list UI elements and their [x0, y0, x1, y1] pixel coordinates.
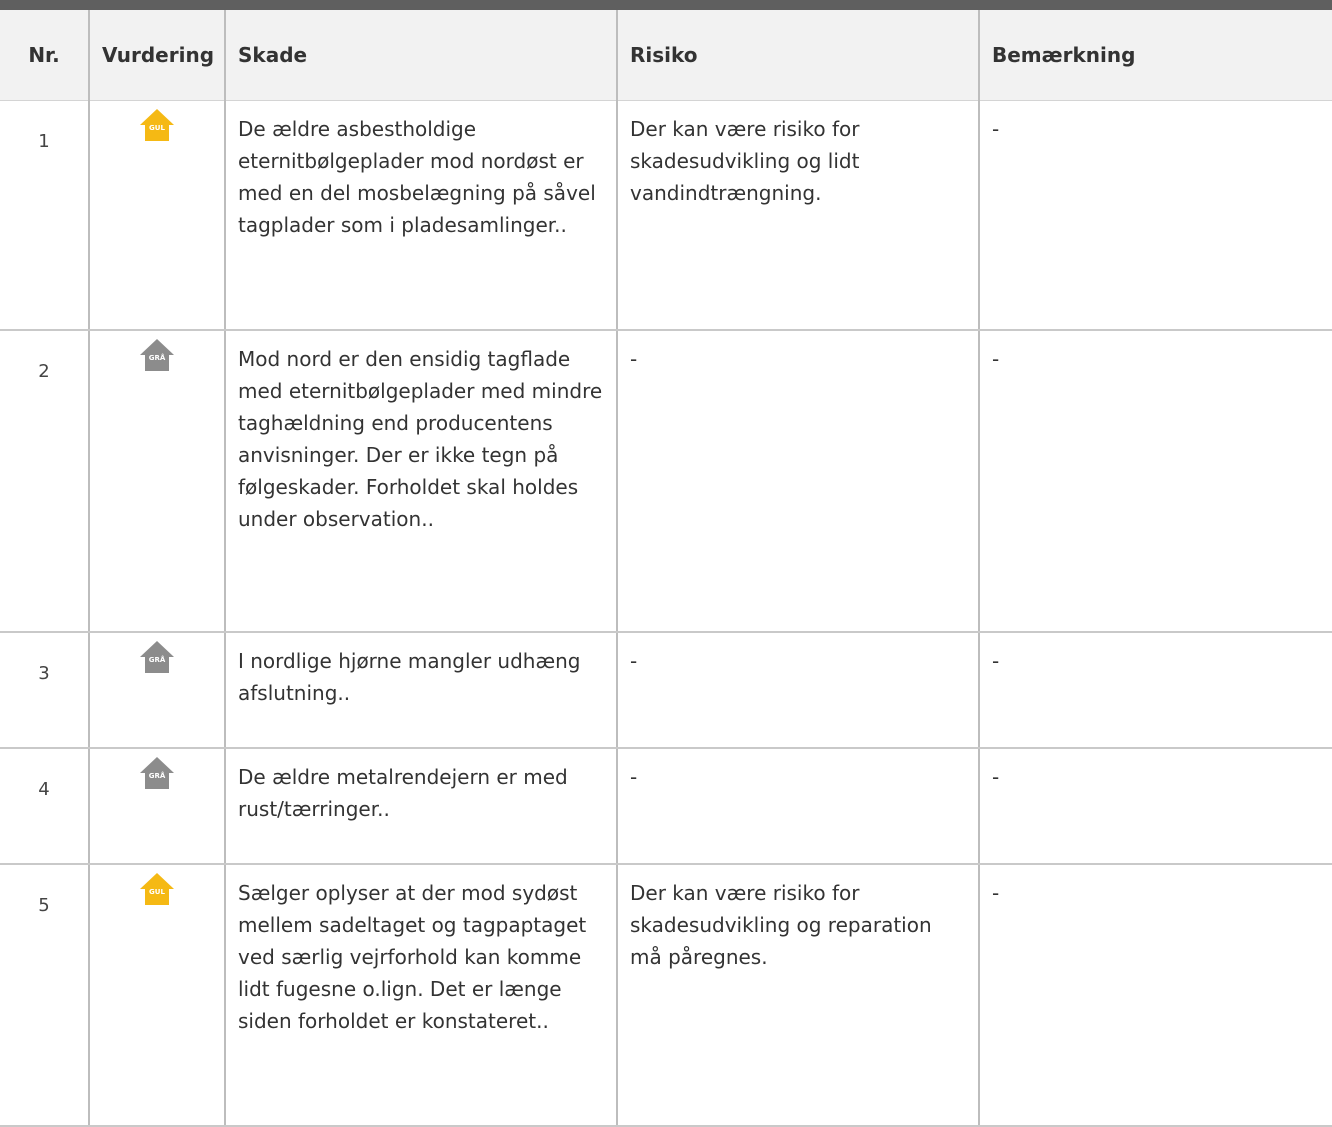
- row-number: 4: [0, 748, 89, 865]
- rating-cell: GRÅ: [88, 632, 225, 749]
- bemaerkning-text: -: [978, 100, 1332, 331]
- house-icon: GRÅ: [139, 338, 175, 372]
- rating-label: GUL: [149, 888, 165, 896]
- table-row: 3 GRÅ I nordlige hjørne mangler udhæng a…: [0, 632, 1332, 749]
- skade-text: De ældre asbestholdige eternitbølgeplade…: [224, 100, 617, 331]
- rating-cell: GRÅ: [88, 748, 225, 865]
- risiko-text: Der kan være risiko for skadesudvikling …: [616, 100, 979, 331]
- table-row: 1 GUL De ældre asbestholdige eternitbølg…: [0, 100, 1332, 331]
- skade-text: De ældre metalrendejern er med rust/tærr…: [224, 748, 617, 865]
- house-icon: GUL: [139, 872, 175, 906]
- header-skade: Skade: [224, 10, 617, 101]
- risiko-text: -: [616, 632, 979, 749]
- bemaerkning-text: -: [978, 864, 1332, 1127]
- house-icon: GRÅ: [139, 756, 175, 790]
- house-icon: GRÅ: [139, 640, 175, 674]
- header-bemaerkning: Bemærkning: [978, 10, 1332, 101]
- risiko-text: -: [616, 330, 979, 633]
- house-icon: GUL: [139, 108, 175, 142]
- bemaerkning-text: -: [978, 330, 1332, 633]
- header-nr: Nr.: [0, 10, 89, 101]
- row-number: 5: [0, 864, 89, 1127]
- table-header-row: Nr. Vurdering Skade Risiko Bemærkning: [0, 10, 1332, 101]
- risiko-text: Der kan være risiko for skadesudvikling …: [616, 864, 979, 1127]
- table-row: 5 GUL Sælger oplyser at der mod sydøst m…: [0, 864, 1332, 1127]
- rating-cell: GUL: [88, 100, 225, 331]
- skade-text: Sælger oplyser at der mod sydøst mellem …: [224, 864, 617, 1127]
- table-row: 4 GRÅ De ældre metalrendejern er med rus…: [0, 748, 1332, 865]
- rating-label: GRÅ: [148, 772, 166, 780]
- bemaerkning-text: -: [978, 748, 1332, 865]
- table-row: 2 GRÅ Mod nord er den ensidig tagflade m…: [0, 330, 1332, 633]
- row-number: 1: [0, 100, 89, 331]
- row-number: 3: [0, 632, 89, 749]
- header-risiko: Risiko: [616, 10, 979, 101]
- bemaerkning-text: -: [978, 632, 1332, 749]
- skade-text: Mod nord er den ensidig tagflade med ete…: [224, 330, 617, 633]
- risiko-text: -: [616, 748, 979, 865]
- rating-cell: GUL: [88, 864, 225, 1127]
- damage-table: Nr. Vurdering Skade Risiko Bemærkning 1 …: [0, 10, 1332, 1127]
- rating-label: GUL: [149, 123, 165, 132]
- header-vurdering: Vurdering: [88, 10, 225, 101]
- rating-cell: GRÅ: [88, 330, 225, 633]
- skade-text: I nordlige hjørne mangler udhæng afslutn…: [224, 632, 617, 749]
- row-number: 2: [0, 330, 89, 633]
- rating-label: GRÅ: [148, 354, 166, 362]
- top-bar: [0, 0, 1332, 10]
- rating-label: GRÅ: [148, 656, 166, 664]
